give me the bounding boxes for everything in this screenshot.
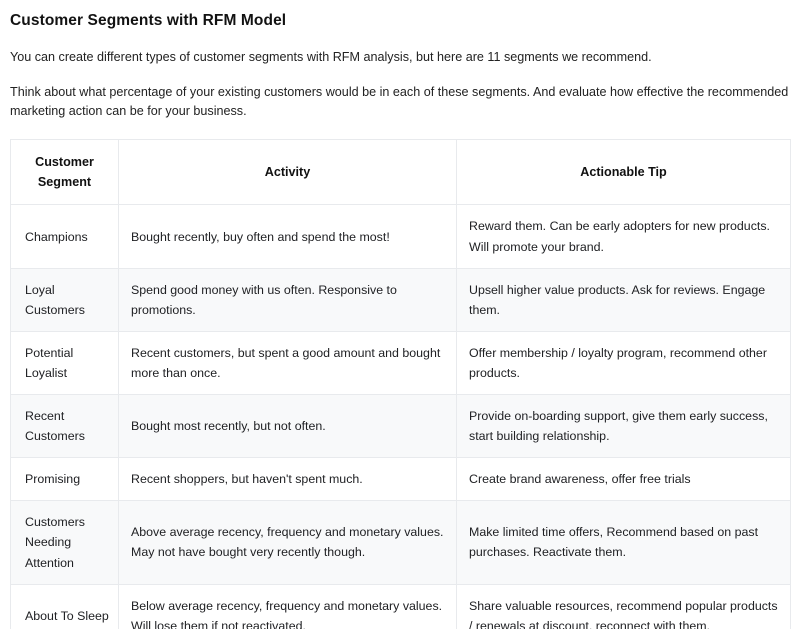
column-header-actionable-tip: Actionable Tip	[456, 138, 791, 206]
intro-paragraph-1: You can create different types of custom…	[10, 50, 652, 65]
table-body: Champions Bought recently, buy often and…	[10, 204, 791, 629]
cell-activity: Spend good money with us often. Responsi…	[118, 267, 457, 332]
cell-tip: Create brand awareness, offer free trial…	[456, 457, 791, 502]
cell-activity: Recent shoppers, but haven't spent much.	[118, 457, 457, 502]
table-row: Recent Customers Bought most recently, b…	[10, 394, 791, 459]
cell-segment: Potential Loyalist	[10, 330, 119, 396]
page-title: Customer Segments with RFM Model	[10, 12, 287, 29]
cell-segment: Recent Customers	[10, 394, 119, 459]
cell-tip: Upsell higher value products. Ask for re…	[456, 267, 791, 332]
cell-activity: Below average recency, frequency and mon…	[118, 583, 457, 629]
column-header-activity: Activity	[118, 138, 457, 206]
table-row: Potential Loyalist Recent customers, but…	[10, 330, 791, 396]
document-page: Customer Segments with RFM Model You can…	[0, 0, 800, 629]
cell-activity: Bought most recently, but not often.	[118, 394, 457, 459]
cell-tip: Make limited time offers, Recommend base…	[456, 500, 791, 585]
table-row: Customers Needing Attention Above averag…	[10, 500, 791, 585]
table-row: About To Sleep Below average recency, fr…	[10, 583, 791, 629]
cell-tip: Provide on-boarding support, give them e…	[456, 394, 791, 459]
cell-activity: Above average recency, frequency and mon…	[118, 500, 457, 585]
cell-activity: Recent customers, but spent a good amoun…	[118, 330, 457, 396]
intro-paragraph-2: Think about what percentage of your exis…	[10, 84, 789, 119]
cell-segment: Loyal Customers	[10, 267, 119, 332]
cell-segment: Champions	[10, 204, 119, 269]
cell-activity: Bought recently, buy often and spend the…	[118, 204, 457, 269]
table-row: Loyal Customers Spend good money with us…	[10, 267, 791, 332]
table-row: Promising Recent shoppers, but haven't s…	[10, 457, 791, 502]
table-header-row: Customer Segment Activity Actionable Tip	[10, 138, 791, 206]
cell-tip: Share valuable resources, recommend popu…	[456, 583, 791, 629]
cell-tip: Offer membership / loyalty program, reco…	[456, 330, 791, 396]
customer-segments-table: Customer Segment Activity Actionable Tip…	[10, 138, 791, 629]
cell-tip: Reward them. Can be early adopters for n…	[456, 204, 791, 269]
column-header-customer-segment: Customer Segment	[10, 138, 119, 206]
cell-segment: About To Sleep	[10, 583, 119, 629]
cell-segment: Customers Needing Attention	[10, 500, 119, 585]
table-row: Champions Bought recently, buy often and…	[10, 204, 791, 269]
cell-segment: Promising	[10, 457, 119, 502]
segments-table-container: Customer Segment Activity Actionable Tip…	[10, 138, 791, 629]
table-header: Customer Segment Activity Actionable Tip	[10, 138, 791, 206]
